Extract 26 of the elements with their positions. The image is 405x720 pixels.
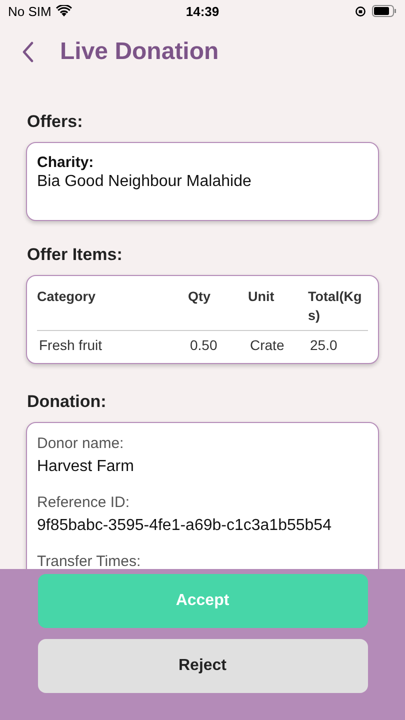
- table-cell-text: 0.50: [189, 336, 218, 353]
- page-title: Live Donation: [60, 38, 219, 66]
- wifi-icon: [56, 5, 72, 17]
- back-icon: [22, 41, 34, 63]
- reject-button[interactable]: Reject: [38, 639, 368, 693]
- table-cell-text: 25.0: [309, 336, 338, 353]
- field-label: Donor name:: [37, 434, 125, 452]
- clock-time: 14:39: [186, 4, 220, 18]
- carrier-text: No SIM: [8, 4, 52, 18]
- field-label: Reference ID:: [37, 494, 131, 511]
- field-label: Transfer Times:: [37, 552, 142, 569]
- column-header: Qty: [188, 286, 248, 331]
- field-value: Harvest Farm: [37, 458, 135, 476]
- section-heading: Offers:: [27, 112, 84, 132]
- section-heading: Donation:: [27, 392, 108, 412]
- field-label: Charity:: [37, 154, 95, 171]
- column-header: Category: [37, 286, 188, 331]
- field-value: 9f85babc-3595-4fe1-a69b-c1c3a1b55b54: [37, 516, 332, 535]
- table-cell-text: Crate: [249, 336, 286, 353]
- battery-icon: [372, 5, 397, 17]
- section-heading: Offer Items:: [27, 245, 124, 265]
- column-header: Unit: [248, 286, 308, 331]
- table-cell-text: Fresh fruit: [38, 336, 104, 353]
- column-header: Total(Kgs): [308, 286, 368, 331]
- rotation-lock-icon: [355, 6, 366, 16]
- field-value: Bia Good Neighbour Malahide: [37, 173, 252, 191]
